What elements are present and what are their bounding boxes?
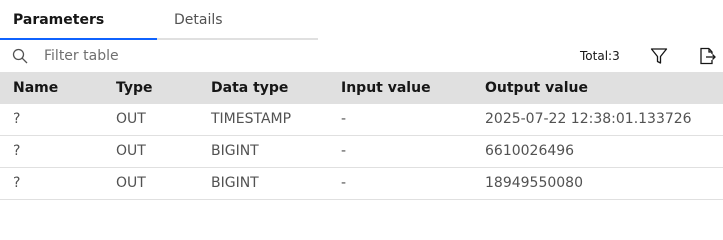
cell-data-type: TIMESTAMP bbox=[211, 111, 292, 127]
cell-data-type: BIGINT bbox=[211, 143, 259, 159]
cell-output-value: 18949550080 bbox=[485, 175, 583, 191]
cell-input-value: - bbox=[341, 143, 347, 159]
total-count: Total:3 bbox=[580, 49, 620, 63]
filter-icon[interactable] bbox=[650, 47, 668, 65]
cell-data-type: BIGINT bbox=[211, 175, 259, 191]
column-header-type[interactable]: Type bbox=[116, 72, 153, 104]
cell-output-value: 6610026496 bbox=[485, 143, 575, 159]
table-header-row: Name Type Data type Input value Output v… bbox=[0, 72, 723, 104]
tab-details[interactable]: Details bbox=[157, 0, 318, 40]
cell-type: OUT bbox=[116, 175, 146, 191]
column-header-data-type[interactable]: Data type bbox=[211, 72, 288, 104]
search-icon bbox=[12, 48, 28, 64]
table-toolbar: Total:3 bbox=[0, 40, 723, 72]
column-header-output-value[interactable]: Output value bbox=[485, 72, 588, 104]
cell-output-value: 2025-07-22 12:38:01.133726 bbox=[485, 111, 692, 127]
parameters-table: Name Type Data type Input value Output v… bbox=[0, 72, 723, 200]
export-icon[interactable] bbox=[698, 47, 716, 65]
cell-name: ? bbox=[13, 111, 21, 127]
table-row[interactable]: ? OUT TIMESTAMP - 2025-07-22 12:38:01.13… bbox=[0, 104, 723, 136]
column-header-input-value[interactable]: Input value bbox=[341, 72, 431, 104]
column-header-name[interactable]: Name bbox=[13, 72, 58, 104]
cell-type: OUT bbox=[116, 143, 146, 159]
table-row[interactable]: ? OUT BIGINT - 18949550080 bbox=[0, 168, 723, 200]
tab-parameters[interactable]: Parameters bbox=[0, 0, 157, 40]
cell-name: ? bbox=[13, 175, 21, 191]
filter-table-input[interactable] bbox=[44, 44, 444, 68]
tab-bar: Parameters Details bbox=[0, 0, 723, 40]
cell-input-value: - bbox=[341, 111, 347, 127]
cell-type: OUT bbox=[116, 111, 146, 127]
cell-name: ? bbox=[13, 143, 21, 159]
table-row[interactable]: ? OUT BIGINT - 6610026496 bbox=[0, 136, 723, 168]
cell-input-value: - bbox=[341, 175, 347, 191]
